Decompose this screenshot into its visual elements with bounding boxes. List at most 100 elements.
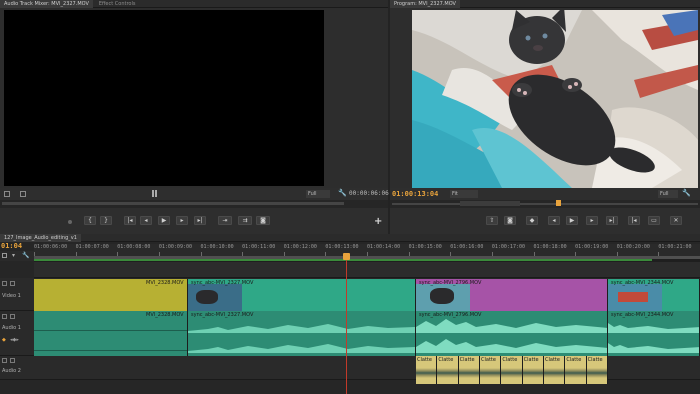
audio-clip-1[interactable]: MVI_2328.MOV (34, 311, 188, 356)
sequence-timecode[interactable]: 01:04 (1, 242, 22, 250)
waveform (501, 368, 522, 378)
step-forward-button[interactable]: ▸ (176, 216, 188, 225)
ruler-label: 01:00:13:00 (325, 244, 359, 250)
program-quality-dropdown[interactable]: Full (658, 190, 678, 198)
add-button-icon[interactable]: + (374, 216, 382, 227)
marker-icon[interactable] (4, 191, 10, 197)
clip-name: MVI_2328.MOV (146, 280, 184, 286)
source-scrub-bar[interactable] (0, 200, 388, 208)
clip-name: Clatte (481, 357, 496, 363)
tab-audio-track-mixer[interactable]: Audio Track Mixer: MVI_2327.MOV (0, 0, 93, 8)
waveform (480, 368, 501, 378)
waveform (34, 330, 187, 351)
export-frame-button[interactable]: ◙ (256, 216, 270, 225)
go-to-in-button[interactable]: |◂ (124, 216, 136, 225)
timeline-wrench-icon[interactable]: 🔧 (22, 252, 29, 259)
tab-sequence[interactable]: 127_Image_Audio_editing_v1 (0, 234, 81, 242)
audio2-clip[interactable]: Clatte (437, 356, 459, 384)
audio2-clip[interactable]: Clatte (522, 356, 544, 384)
ruler-label: 01:00:10:00 (200, 244, 234, 250)
mark-out-button[interactable]: } (100, 216, 112, 225)
program-wrench-icon[interactable]: 🔧 (682, 189, 691, 197)
source-timecode[interactable]: 00:00:06:06 (349, 190, 389, 197)
video-clip-4[interactable]: sync_abc-MVI_2344.MOV (608, 279, 700, 311)
audio2-clip[interactable]: Clatte (416, 356, 438, 384)
time-ruler[interactable]: 01:00:06:00 01:00:07:00 01:00:08:00 01:00:0… (34, 244, 700, 256)
program-add-marker-button[interactable]: ◆ (526, 216, 538, 225)
audio2-clip[interactable]: Clatte (544, 356, 566, 384)
program-playhead-marker[interactable] (556, 200, 561, 206)
program-step-back-button[interactable]: ◂ (548, 216, 560, 225)
audio2-clip[interactable]: Clatte (501, 356, 523, 384)
timeline-playhead[interactable] (346, 254, 347, 394)
program-export-frame-button[interactable]: ▭ (648, 216, 660, 225)
audio2-clip[interactable]: Clatte (480, 356, 502, 384)
video-clip-3[interactable]: sync_abc-MVI_2796.MOV (416, 279, 608, 311)
mark-in-button[interactable]: { (84, 216, 96, 225)
program-scrub-bar[interactable] (390, 200, 700, 208)
audio2-clip-group: Clatte Clatte Clatte Clatte Clatte Clatte Clat… (416, 356, 608, 384)
video-clip-2[interactable]: sync_abc-MVI_2327.MOV (188, 279, 416, 311)
in-point-icon[interactable] (20, 191, 26, 197)
program-step-forward-button[interactable]: ▸ (586, 216, 598, 225)
waveform (586, 368, 607, 378)
add-marker-icon[interactable] (68, 220, 72, 224)
ruler-label: 01:00:12:00 (283, 244, 317, 250)
lift-button[interactable]: ⇧ (486, 216, 498, 225)
program-fit-dropdown[interactable]: Fit (450, 190, 478, 198)
timeline-tabs: 127_Image_Audio_editing_v1 (0, 234, 700, 242)
audio2-clip[interactable]: Clatte (586, 356, 608, 384)
waveform (565, 368, 586, 378)
audio2-lock-icon[interactable] (10, 358, 15, 363)
wrench-icon[interactable]: 🔧 (338, 189, 347, 197)
playhead-handle[interactable] (343, 253, 350, 260)
tab-program[interactable]: Program: MVI_2327.MOV (390, 0, 460, 8)
step-back-button[interactable]: ◂ (140, 216, 152, 225)
source-viewer[interactable] (4, 10, 324, 186)
program-viewer[interactable] (412, 10, 698, 188)
source-panel (0, 8, 388, 188)
track-header-audio2: Audio 2 (0, 356, 34, 380)
tab-effect-controls[interactable]: Effect Controls (95, 0, 140, 8)
program-timecode[interactable]: 01:00:13:04 (392, 190, 438, 198)
ruler-label: 01:00:18:00 (533, 244, 567, 250)
keyframe-icon[interactable]: ◆ (2, 337, 6, 343)
ruler-label: 01:00:11:00 (242, 244, 276, 250)
go-to-out-button[interactable]: ▸| (194, 216, 206, 225)
waveform (458, 368, 479, 378)
waveform (188, 324, 415, 353)
audio2-clip[interactable]: Clatte (458, 356, 480, 384)
program-play-button[interactable]: ▶ (566, 216, 578, 225)
clip-name: Clatte (417, 357, 432, 363)
program-settings-button[interactable]: ✕ (670, 216, 682, 225)
extract-button[interactable]: ◙ (504, 216, 516, 225)
snap-icon[interactable] (2, 253, 7, 258)
marker-tool-icon[interactable]: ▾ (12, 252, 15, 259)
insert-button[interactable]: ⇥ (218, 216, 232, 225)
overwrite-button[interactable]: ⇉ (238, 216, 252, 225)
audio-clip-4[interactable]: sync_abc-MVI_2344.MOV (608, 311, 700, 356)
source-info-bar: Full 🔧 00:00:06:06 (0, 188, 389, 200)
source-panel-tabs: Audio Track Mixer: MVI_2327.MOV Effect C… (0, 0, 388, 8)
audio-clip-2[interactable]: sync_abc-MVI_2327.MOV (188, 311, 416, 356)
play-button[interactable]: ▶ (158, 216, 170, 225)
speaker-icon[interactable] (2, 314, 7, 319)
audio1-lock-icon[interactable] (10, 314, 15, 319)
program-panel-tabs: Program: MVI_2327.MOV (390, 0, 700, 8)
audio1-nav-icon[interactable]: ◂◆▸ (10, 337, 19, 343)
clip-name: Clatte (587, 357, 603, 363)
program-go-to-in-button[interactable]: |◂ (628, 216, 640, 225)
track-lane-video2[interactable] (34, 262, 700, 278)
lock-icon[interactable] (10, 281, 15, 286)
program-go-to-out-button[interactable]: ▸| (606, 216, 618, 225)
eye-icon[interactable] (2, 281, 7, 286)
source-fit-dropdown[interactable]: Full (306, 190, 330, 198)
ruler-label: 01:00:21:00 (658, 244, 692, 250)
audio2-speaker-icon[interactable] (2, 358, 7, 363)
track-name-audio1: Audio 1 (2, 325, 21, 331)
pause-icon[interactable] (152, 190, 157, 197)
waveform (608, 323, 699, 353)
audio2-clip[interactable]: Clatte (565, 356, 587, 384)
video-clip-1[interactable]: MVI_2328.MOV (34, 279, 188, 311)
audio-clip-3[interactable]: sync_abc-MVI_2796.MOV (416, 311, 608, 356)
